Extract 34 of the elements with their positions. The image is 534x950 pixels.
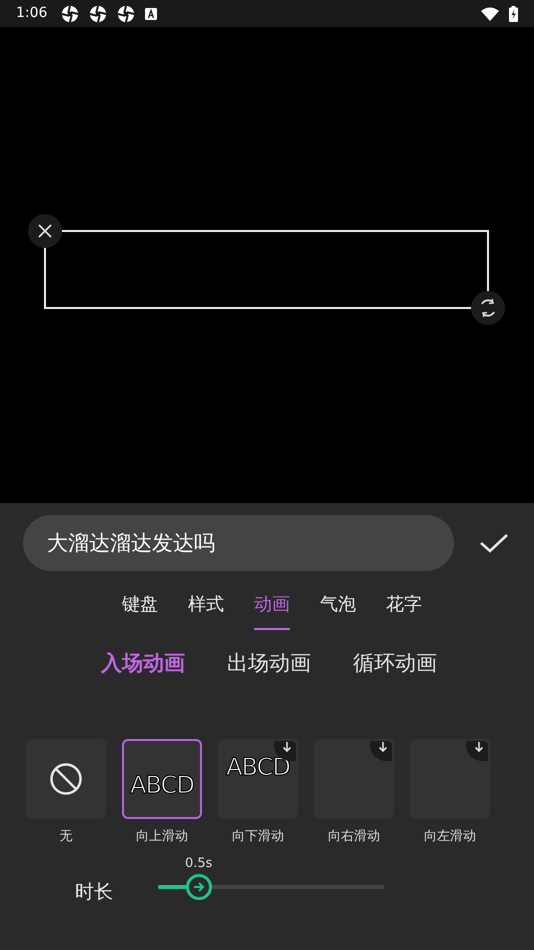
status-time: 1:06 [16,4,48,23]
tab[interactable]: 气泡 [320,591,356,630]
text-frame[interactable] [44,230,489,309]
duration-label: 时长 [75,880,113,904]
tab[interactable]: 动画 [254,591,290,630]
aperture-icon [89,4,108,22]
slider-thumb[interactable] [186,874,212,900]
tab[interactable]: 花字 [386,591,422,630]
animation-option[interactable]: ABCD [218,738,298,818]
sub-tab[interactable]: 循环动画 [353,648,437,680]
animation-label: 向右滑动 [328,828,380,846]
animation-label: 向左滑动 [424,828,476,846]
text-input-field[interactable]: 大溜达溜达发达吗 [23,515,454,571]
duration-reading: 0.5s [184,855,212,873]
sub-tab[interactable]: 出场动画 [227,648,311,680]
sub-tab[interactable]: 入场动画 [101,648,185,680]
tab[interactable]: 样式 [188,591,224,630]
battery-charging-icon [509,6,518,22]
aperture-icon [61,4,80,22]
animation-option[interactable] [26,738,106,818]
keyboard-notification-icon [145,8,158,20]
tab[interactable]: 键盘 [122,591,158,630]
rotate-icon[interactable] [471,291,505,325]
check-icon[interactable] [479,532,509,554]
aperture-icon [117,4,136,22]
animation-preview-text: ABCD [226,754,290,778]
animation-label: 向上滑动 [136,828,188,846]
animation-label: 无 [60,828,72,846]
animation-preview-text: ABCD [130,772,194,796]
close-icon[interactable] [28,214,62,248]
animation-option[interactable]: ABCD [122,738,202,818]
prohibited-icon [49,762,83,796]
animation-label: 向下滑动 [232,828,284,846]
wifi-icon [481,6,499,20]
